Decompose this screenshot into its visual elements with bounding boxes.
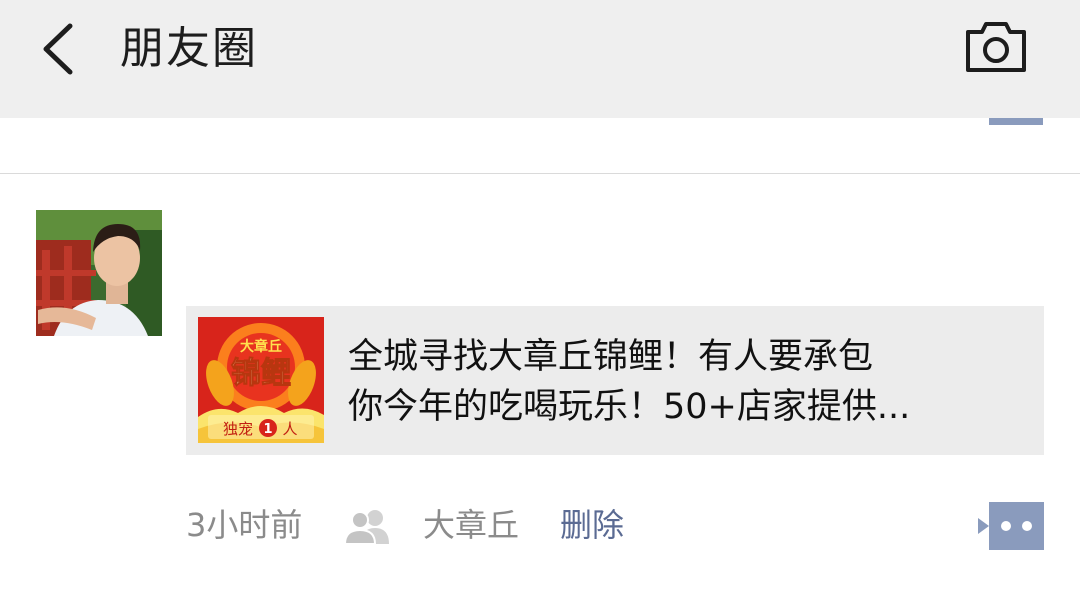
avatar[interactable] — [36, 210, 162, 336]
thumb-number-text: 1 — [263, 422, 272, 437]
chevron-left-icon — [43, 23, 73, 75]
link-title-line-2: 你今年的吃喝玩乐！50+店家提供... — [348, 387, 911, 427]
thumb-brand-text: 大章丘 — [240, 338, 282, 355]
link-title-line-1: 全城寻找大章丘锦鲤！有人要承包 — [348, 337, 874, 377]
shared-link-card[interactable]: 大章丘 锦鲤 独宠 1 人 全城寻找大章丘锦鲤！有人要承包 你今年的吃喝玩乐！5… — [186, 306, 1044, 455]
camera-icon — [966, 22, 1026, 72]
thumb-tagline-text: 独宠 — [223, 420, 253, 438]
post-time: 3小时前 — [186, 506, 303, 544]
previous-post-action-button[interactable] — [989, 118, 1043, 125]
page-title: 朋友圈 — [120, 23, 258, 74]
nav-bar: 朋友圈 — [0, 0, 1080, 118]
post-location[interactable]: 大章丘 — [423, 503, 519, 547]
camera-button[interactable] — [962, 18, 1030, 76]
thumb-suffix-text: 人 — [282, 420, 297, 438]
friends-icon — [343, 508, 393, 545]
back-button[interactable] — [30, 18, 90, 78]
more-dots-icon — [978, 502, 1044, 550]
link-title: 全城寻找大章丘锦鲤！有人要承包 你今年的吃喝玩乐！50+店家提供... — [348, 332, 1008, 432]
link-thumbnail: 大章丘 锦鲤 独宠 1 人 — [198, 317, 324, 443]
delete-link[interactable]: 删除 — [560, 503, 624, 547]
post-divider — [0, 173, 1080, 174]
thumb-headline-text: 锦鲤 — [231, 356, 291, 391]
comment-like-button[interactable] — [976, 502, 1044, 550]
